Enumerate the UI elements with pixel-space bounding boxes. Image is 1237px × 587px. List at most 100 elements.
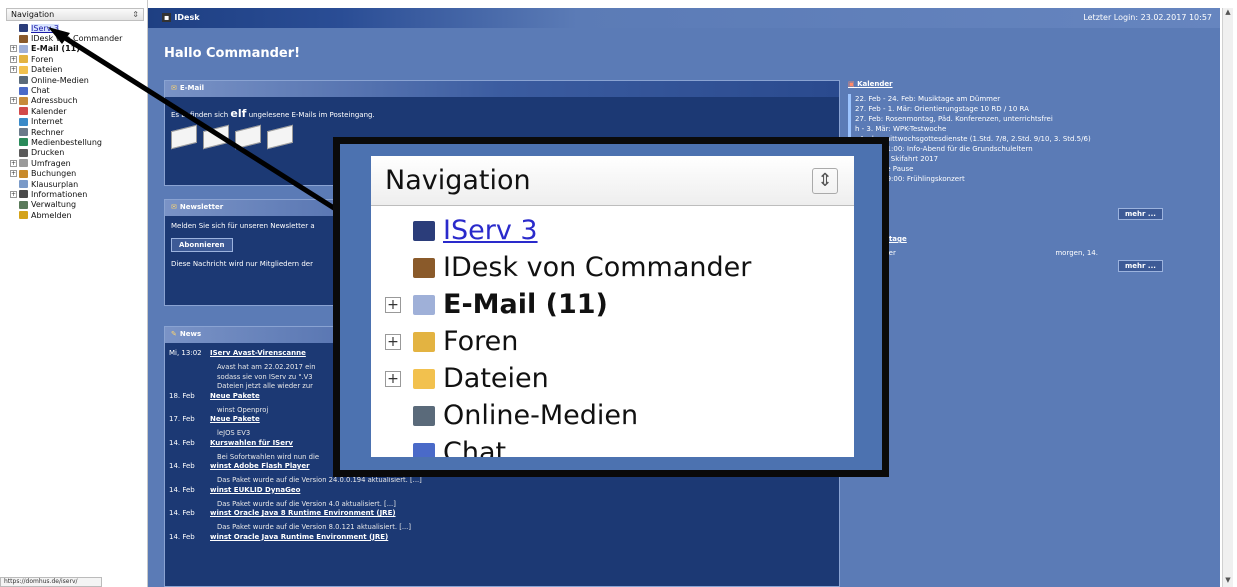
calendar-more-button[interactable]: mehr ... (1118, 208, 1163, 220)
zoom-nav-item-chat[interactable]: Chat (385, 434, 854, 457)
film-icon (19, 76, 28, 85)
chat-icon (19, 86, 28, 95)
logout-icon (19, 211, 28, 220)
scroll-down-icon[interactable]: ▼ (1223, 576, 1233, 587)
folder-icon (19, 65, 28, 74)
nav-item-label: Internet (31, 117, 63, 127)
nav-item-chat[interactable]: Chat (10, 85, 147, 95)
nav-item-rechner[interactable]: Rechner (10, 127, 147, 137)
navigation-list: IServ 3 IDesk von Commander + E-Mail (11) + F… (0, 23, 147, 220)
nav-item-e-mail-11[interactable]: + E-Mail (11) (10, 44, 147, 54)
calendar-entry[interactable]: 19:00 - 21:00: Info-Abend für die Grunds… (848, 144, 1208, 154)
nav-item-buchungen[interactable]: + Buchungen (10, 168, 147, 178)
expand-icon[interactable]: + (385, 296, 401, 313)
forum-icon (413, 331, 435, 352)
expand-icon[interactable]: + (10, 66, 17, 74)
zoom-nav-item-dateien[interactable]: + Dateien (385, 360, 854, 397)
nav-item-label: Buchungen (31, 169, 77, 179)
nav-item-label: E-Mail (11) (31, 44, 80, 54)
calendar-entry[interactable]: 27. Feb: Rosenmontag, Päd. Konferenzen, … (848, 114, 1208, 124)
news-title-link[interactable]: IServ Avast-Virenscanne (210, 349, 306, 357)
nav-item-kalender[interactable]: Kalender (10, 106, 147, 116)
calendar-heading[interactable]: ▣ Kalender (848, 80, 1208, 88)
nav-item-label: Chat (31, 86, 50, 96)
nav-item-informationen[interactable]: + Informationen (10, 189, 147, 199)
email-count[interactable]: elf (230, 107, 246, 120)
nav-item-label: Drucken (31, 148, 65, 158)
chat-icon (413, 442, 435, 457)
expand-icon[interactable]: + (385, 370, 401, 387)
news-title-link[interactable]: winst EUKLID DynaGeo (210, 486, 300, 494)
nav-item-adressbuch[interactable]: + Adressbuch (10, 96, 147, 106)
expand-icon[interactable]: + (385, 333, 401, 350)
nav-item-verwaltung[interactable]: Verwaltung (10, 200, 147, 210)
news-title-link[interactable]: Kurswahlen für IServ (210, 439, 293, 447)
nav-item-idesk-von-commander[interactable]: IDesk von Commander (10, 33, 147, 43)
idesk-icon: ▪ (162, 13, 172, 22)
nav-item-drucken[interactable]: Drucken (10, 148, 147, 158)
nav-item-label: IDesk von Commander (31, 34, 123, 44)
scrollbar[interactable]: ▲ ▼ (1222, 8, 1233, 587)
news-date: 17. Feb (169, 415, 195, 423)
calendar-entry[interactable]: 22. Feb - 24. Feb: Musiktage am Dümmer (848, 94, 1208, 104)
zoomed-navigation-header: Navigation ⇕ (371, 156, 854, 206)
refresh-icon[interactable]: ⇕ (132, 10, 139, 19)
expand-icon[interactable]: + (10, 159, 17, 167)
nav-item-online-medien[interactable]: Online-Medien (10, 75, 147, 85)
top-bar: ▪ IDesk Letzter Login: 23.02.2017 10:57 (148, 8, 1220, 28)
zoom-nav-item-idesk-von-commander[interactable]: IDesk von Commander (385, 249, 854, 286)
news-title-link[interactable]: winst Adobe Flash Player (210, 462, 310, 470)
scroll-up-icon[interactable]: ▲ (1223, 8, 1233, 19)
zoom-nav-item-foren[interactable]: + Foren (385, 323, 854, 360)
calendar-entry[interactable]: : Gesunde Pause (848, 164, 1208, 174)
nav-item-medienbestellung[interactable]: Medienbestellung (10, 137, 147, 147)
zoomed-navigation: Navigation ⇕ IServ 3 IDesk von Commander +… (371, 156, 854, 457)
calendar-entry[interactable]: : Aschermittwochsgottesdienste (1.Std. 7… (848, 134, 1208, 144)
expand-icon[interactable]: + (10, 170, 17, 178)
birthdays-heading[interactable]: rtstage (878, 235, 1208, 243)
calendar-icon (19, 107, 28, 116)
poll-icon (19, 159, 28, 168)
zoom-nav-item-iserv-3[interactable]: IServ 3 (385, 212, 854, 249)
idesk-icon (413, 257, 435, 278)
calendar-entry[interactable]: h - 3. Mär: WPK-Testwoche (848, 124, 1208, 134)
calendar-icon: ▣ (848, 80, 858, 88)
nav-item-label: E-Mail (11) (443, 289, 608, 320)
zoom-nav-item-online-medien[interactable]: Online-Medien (385, 397, 854, 434)
news-title-link[interactable]: Neue Pakete (210, 415, 260, 423)
zoom-nav-item-e-mail-11[interactable]: + E-Mail (11) (385, 286, 854, 323)
news-title-link[interactable]: winst Oracle Java 8 Runtime Environment … (210, 509, 396, 517)
calendar-list: 22. Feb - 24. Feb: Musiktage am Dümmer 27… (848, 94, 1208, 184)
news-date: 14. Feb (169, 485, 195, 494)
refresh-icon[interactable]: ⇕ (812, 167, 838, 194)
nav-item-klausurplan[interactable]: Klausurplan (10, 179, 147, 189)
nav-item-iserv-3[interactable]: IServ 3 (10, 23, 147, 33)
nav-item-label: Verwaltung (31, 200, 77, 210)
expand-icon[interactable]: + (10, 55, 17, 63)
subscribe-button[interactable]: Abonnieren (171, 238, 233, 252)
nav-item-abmelden[interactable]: Abmelden (10, 210, 147, 220)
nav-item-umfragen[interactable]: + Umfragen (10, 158, 147, 168)
nav-item-internet[interactable]: Internet (10, 117, 147, 127)
calendar-entry[interactable]: - 10. Mär: Skifahrt 2017 (848, 154, 1208, 164)
news-title-link[interactable]: winst Oracle Java Runtime Environment (J… (210, 533, 388, 541)
birthdays-more-button[interactable]: mehr ... (1118, 260, 1163, 272)
news-title-link[interactable]: Neue Pakete (210, 392, 260, 400)
news-date: 14. Feb (169, 462, 195, 470)
envelope-icon (413, 294, 435, 315)
addressbook-icon (19, 96, 28, 105)
nav-item-label: Foren (31, 54, 54, 64)
envelope-icon (171, 124, 197, 150)
expand-icon[interactable]: + (10, 190, 17, 198)
status-url: https://domhus.de/iserv/ (0, 577, 102, 587)
nav-item-label: Adressbuch (31, 96, 78, 106)
calendar-entry[interactable]: 27. Feb - 1. Mär: Orientierungstage 10 R… (848, 104, 1208, 114)
expand-icon[interactable]: + (10, 97, 17, 105)
booking-icon (19, 169, 28, 178)
news-summary: Das Paket wurde auf die Version 4.0 aktu… (217, 499, 396, 508)
calendar-entry[interactable]: 17:00 - 19:00: Frühlingskonzert (848, 174, 1208, 184)
expand-icon[interactable]: + (10, 45, 17, 53)
nav-item-dateien[interactable]: + Dateien (10, 65, 147, 75)
nav-item-foren[interactable]: + Foren (10, 54, 147, 64)
folder-icon (413, 368, 435, 389)
